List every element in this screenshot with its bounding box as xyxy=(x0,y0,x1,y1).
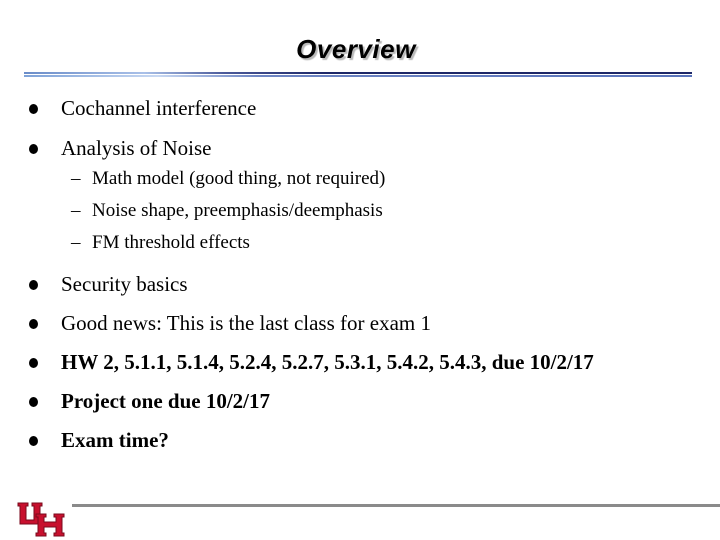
sub-bullet-text: Math model (good thing, not required) xyxy=(92,168,386,189)
uh-logo-icon xyxy=(17,502,65,537)
bullet-text: Cochannel interference xyxy=(61,96,257,120)
bullet-text: Exam time? xyxy=(61,428,169,452)
sub-bullet-text: Noise shape, preemphasis/deemphasis xyxy=(92,200,383,221)
title-underline xyxy=(24,72,692,77)
title-underline-dark xyxy=(24,72,692,74)
bullet-text: Project one due 10/2/17 xyxy=(61,389,270,413)
footer-rule xyxy=(72,504,720,507)
bullet-icon xyxy=(29,280,38,290)
dash-icon: – xyxy=(71,200,81,221)
bullet-icon xyxy=(29,397,38,407)
bullet-icon xyxy=(29,358,38,368)
dash-icon: – xyxy=(71,232,81,253)
dash-icon: – xyxy=(71,168,81,189)
bullet-icon xyxy=(29,319,38,329)
bullet-icon xyxy=(29,436,38,446)
bullet-text: HW 2, 5.1.1, 5.1.4, 5.2.4, 5.2.7, 5.3.1,… xyxy=(61,350,594,374)
bullet-text: Analysis of Noise xyxy=(61,136,212,160)
bullet-icon xyxy=(29,104,38,114)
bullet-icon xyxy=(29,144,38,154)
slide-title-text: Overview xyxy=(296,34,416,64)
slide-title: Overview xyxy=(0,34,720,65)
bullet-text: Security basics xyxy=(61,272,188,296)
title-underline-light xyxy=(24,75,692,77)
sub-bullet-text: FM threshold effects xyxy=(92,232,250,253)
bullet-text: Good news: This is the last class for ex… xyxy=(61,311,431,335)
